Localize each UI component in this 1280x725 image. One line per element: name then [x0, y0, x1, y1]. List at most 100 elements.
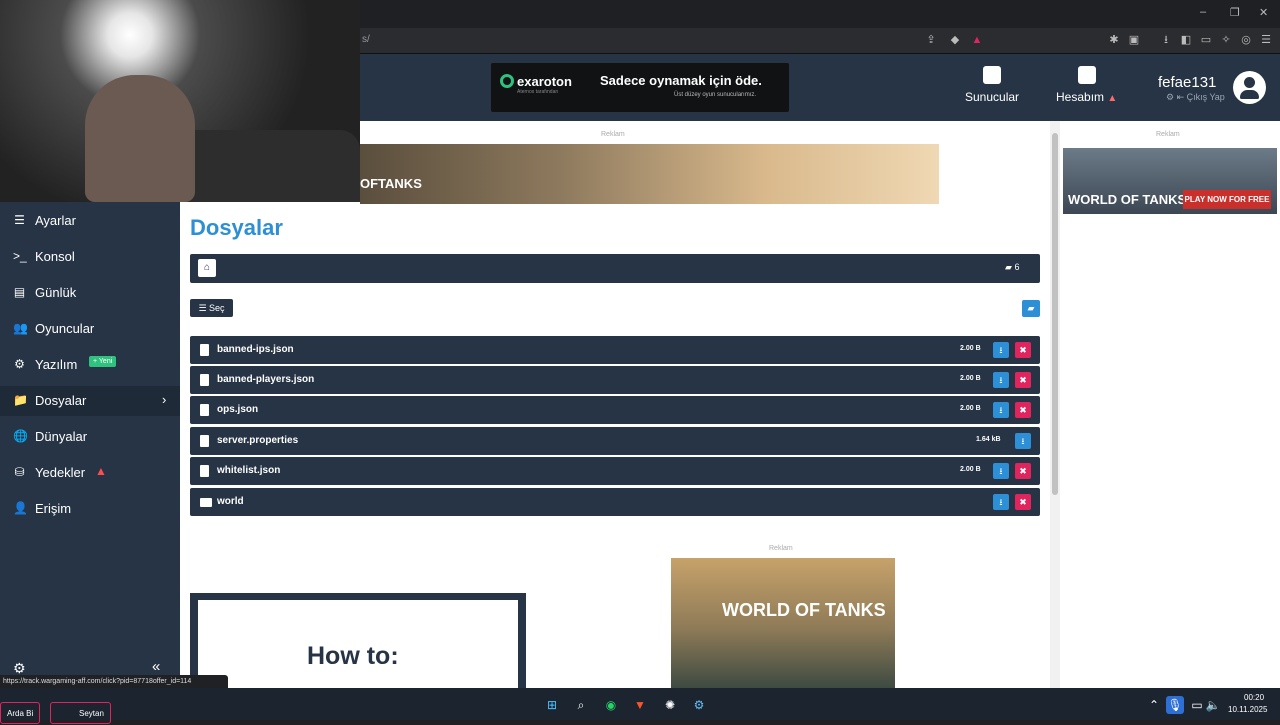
file-size: 2.00 B	[960, 345, 981, 352]
delete-button[interactable]: ✖	[1015, 372, 1031, 388]
brave-shield-icon[interactable]: ◆	[948, 33, 962, 47]
log-file-icon: ▤	[13, 285, 26, 299]
download-button[interactable]: ⭳	[993, 342, 1009, 358]
windows-start-icon[interactable]: ⊞	[543, 696, 561, 714]
taskbar-app-2[interactable]: Seytan	[50, 702, 111, 724]
select-button-label: Seç	[209, 303, 225, 313]
banner-brand-sub: Aternos tarafından	[517, 89, 559, 95]
brave-icon[interactable]: ▼	[631, 696, 649, 714]
breadcrumb	[190, 254, 1040, 283]
nav-servers[interactable]: Sunucular	[965, 66, 1019, 104]
scrollbar-thumb[interactable]	[1052, 133, 1058, 495]
brave-rewards-icon[interactable]: ▲	[970, 33, 984, 47]
banner-brand: exaroton	[517, 74, 572, 89]
delete-button[interactable]: ✖	[1015, 402, 1031, 418]
sidebar-item-erisim[interactable]: 👤 Erişim	[0, 494, 180, 524]
sidebar-item-ayarlar[interactable]: ☰ Ayarlar	[0, 206, 180, 236]
clock-time[interactable]: 00:20	[1244, 693, 1264, 702]
banner-headline: Sadece oynamak için öde.	[600, 73, 762, 88]
ad-label-top: Reklam	[601, 131, 625, 138]
file-icon	[200, 465, 209, 477]
menu-icon[interactable]: ☰	[1259, 33, 1273, 47]
volume-icon[interactable]: 🔈	[1204, 696, 1222, 714]
file-row[interactable]: banned-ips.json 2.00 B ⭳ ✖	[190, 336, 1040, 364]
folder-row[interactable]: world ⭳ ✖	[190, 488, 1040, 516]
whatsapp-icon[interactable]: ◉	[602, 696, 620, 714]
nav-account[interactable]: Hesabım ▲	[1056, 66, 1117, 104]
leo-ai-icon[interactable]: ✧	[1219, 33, 1233, 47]
file-row[interactable]: banned-players.json 2.00 B ⭳ ✖	[190, 366, 1040, 394]
ad-label-right: Reklam	[1156, 131, 1180, 138]
file-name[interactable]: banned-ips.json	[217, 344, 294, 355]
file-size: 2.00 B	[960, 375, 981, 382]
status-link-preview: https://track.wargaming-aff.com/click?pi…	[0, 675, 228, 688]
avatar[interactable]	[1233, 71, 1266, 104]
sidebar-item-konsol[interactable]: >_ Konsol	[0, 242, 180, 272]
new-badge: + Yeni	[89, 356, 117, 367]
user-access-icon: 👤	[13, 501, 28, 515]
extensions-icon[interactable]: ✱	[1107, 33, 1121, 47]
sidebar-item-yazilim[interactable]: ⚙ Yazılım + Yeni	[0, 350, 180, 380]
sidebar-item-yedekler[interactable]: ⛁ Yedekler ▲	[0, 458, 180, 488]
file-name[interactable]: ops.json	[217, 404, 258, 415]
wot-banner-bottom[interactable]	[671, 558, 895, 688]
chatgpt-icon[interactable]: ✺	[661, 696, 679, 714]
home-icon[interactable]: ⌂	[198, 259, 216, 277]
delete-button[interactable]: ✖	[1015, 463, 1031, 479]
terminal-icon: >_	[13, 249, 27, 263]
download-icon[interactable]: ⭳	[1159, 33, 1173, 47]
sidebar-item-gunluk[interactable]: ▤ Günlük	[0, 278, 180, 308]
minimize-icon[interactable]: –	[1200, 6, 1206, 18]
delete-button[interactable]: ✖	[1015, 342, 1031, 358]
screenshot-icon[interactable]: ▣	[1127, 33, 1141, 47]
select-button[interactable]: ☰ Seç	[190, 299, 233, 317]
download-button[interactable]: ⭳	[993, 372, 1009, 388]
url-text[interactable]: s/	[362, 34, 992, 48]
folder-count-icon: ▰	[1005, 262, 1012, 272]
webcam-person	[85, 75, 195, 202]
collapse-sidebar-icon[interactable]: «	[152, 658, 160, 675]
sidebar-item-dunyalar[interactable]: 🌐 Dünyalar	[0, 422, 180, 452]
maximize-icon[interactable]: ❐	[1230, 6, 1240, 19]
sidebar-item-label: Oyuncular	[35, 321, 95, 336]
new-folder-button[interactable]: ▰	[1022, 300, 1040, 317]
file-row[interactable]: ops.json 2.00 B ⭳ ✖	[190, 396, 1040, 424]
page-title: Dosyalar	[190, 215, 283, 240]
close-icon[interactable]: ✕	[1259, 6, 1268, 19]
clock-date[interactable]: 10.11.2025	[1228, 705, 1267, 714]
share-icon[interactable]: ⇪	[924, 33, 938, 47]
tray-chevron-icon[interactable]: ⌃	[1145, 696, 1163, 714]
search-icon[interactable]: ⌕	[572, 696, 590, 714]
wallet-icon[interactable]: ▭	[1199, 33, 1213, 47]
wot-play-now-button[interactable]: PLAY NOW FOR FREE	[1183, 190, 1271, 209]
file-size: 1.64 kB	[976, 436, 1001, 443]
file-name[interactable]: server.properties	[217, 435, 298, 446]
sidebar-item-dosyalar[interactable]: 📁 Dosyalar ›	[0, 386, 180, 416]
download-button[interactable]: ⭳	[1015, 433, 1031, 449]
sidebar-item-label: Erişim	[35, 501, 72, 516]
nav-servers-label: Sunucular	[965, 90, 1020, 104]
logout-label: Çıkış Yap	[1186, 92, 1225, 102]
user-name: fefae131	[1158, 74, 1217, 91]
vpn-icon[interactable]: ◎	[1239, 33, 1253, 47]
delete-button[interactable]: ✖	[1015, 494, 1031, 510]
download-button[interactable]: ⭳	[993, 463, 1009, 479]
file-icon	[200, 404, 209, 416]
sidebar-toggle-icon[interactable]: ◧	[1179, 33, 1193, 47]
sidebar-item-oyuncular[interactable]: 👥 Oyuncular	[0, 314, 180, 344]
microphone-icon[interactable]: 🎙	[1166, 696, 1184, 714]
sidebar-item-label: Günlük	[35, 285, 77, 300]
download-button[interactable]: ⭳	[993, 494, 1009, 510]
wot-banner-top[interactable]	[360, 144, 939, 204]
download-button[interactable]: ⭳	[993, 402, 1009, 418]
logout-link[interactable]: ⚙ ⇤ Çıkış Yap	[1166, 92, 1225, 103]
file-name[interactable]: whitelist.json	[217, 465, 280, 476]
sidebar-item-label: Yedekler	[35, 465, 86, 480]
file-row[interactable]: whitelist.json 2.00 B ⭳ ✖	[190, 457, 1040, 485]
steam-icon[interactable]: ⚙	[690, 696, 708, 714]
file-name[interactable]: banned-players.json	[217, 374, 314, 385]
folder-name[interactable]: world	[217, 496, 244, 507]
taskbar-app-1[interactable]: Arda Bi	[0, 702, 41, 724]
file-row[interactable]: server.properties 1.64 kB ⭳	[190, 427, 1040, 455]
settings-icon: ☰	[14, 213, 25, 227]
